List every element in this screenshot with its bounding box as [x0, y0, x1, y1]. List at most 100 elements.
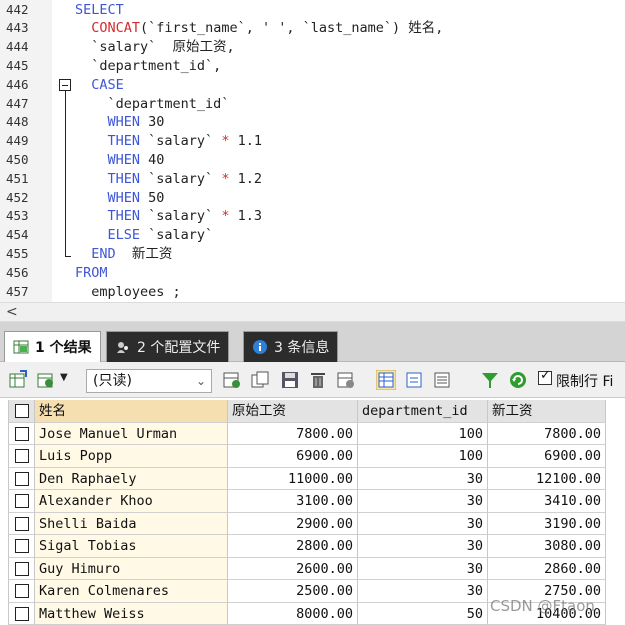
row-select-cell[interactable]: [8, 423, 35, 446]
save-icon[interactable]: [280, 370, 300, 390]
code-line[interactable]: 457 employees ;: [0, 283, 625, 302]
row-checkbox[interactable]: [15, 494, 29, 508]
cell-name[interactable]: Luis Popp: [35, 445, 228, 468]
line-number: 445: [6, 57, 40, 76]
cell-department[interactable]: 30: [358, 513, 488, 536]
form-view-icon[interactable]: [404, 370, 424, 390]
sql-editor[interactable]: 442SELECT443 CONCAT(`first_name`, ' ', `…: [0, 0, 625, 302]
cell-new-salary[interactable]: 3080.00: [488, 535, 606, 558]
code-line[interactable]: 442SELECT: [0, 1, 625, 20]
cell-name[interactable]: Jose Manuel Urman: [35, 423, 228, 446]
column-header-salary[interactable]: 原始工资: [228, 400, 358, 423]
select-all-checkbox[interactable]: [15, 404, 29, 418]
row-checkbox[interactable]: [15, 584, 29, 598]
row-select-cell[interactable]: [8, 535, 35, 558]
row-checkbox[interactable]: [15, 472, 29, 486]
cell-salary[interactable]: 2800.00: [228, 535, 358, 558]
row-select-cell[interactable]: [8, 580, 35, 603]
sql-keyword: THEN: [108, 133, 141, 149]
sql-text: [75, 208, 108, 224]
chevron-down-icon[interactable]: ▼: [60, 372, 68, 383]
tab-results[interactable]: 1 个结果: [4, 331, 101, 362]
row-checkbox[interactable]: [15, 607, 29, 621]
cell-department[interactable]: 100: [358, 445, 488, 468]
code-line[interactable]: 444 `salary` 原始工资,: [0, 38, 625, 57]
code-line[interactable]: 446 CASE: [0, 76, 625, 95]
code-line[interactable]: 456FROM: [0, 264, 625, 283]
insert-row-icon[interactable]: [222, 370, 242, 390]
code-line[interactable]: 447 `department_id`: [0, 95, 625, 114]
row-checkbox[interactable]: [15, 562, 29, 576]
column-header-name[interactable]: 姓名: [35, 400, 228, 423]
sql-keyword: WHEN: [108, 152, 141, 168]
duplicate-row-icon[interactable]: [250, 370, 270, 390]
filter-icon[interactable]: [480, 370, 500, 390]
grid-view-icon[interactable]: [376, 370, 396, 390]
cell-salary[interactable]: 2600.00: [228, 558, 358, 581]
cell-name[interactable]: Karen Colmenares: [35, 580, 228, 603]
row-checkbox[interactable]: [15, 539, 29, 553]
code-line[interactable]: 453 THEN `salary` * 1.3: [0, 207, 625, 226]
row-select-cell[interactable]: [8, 490, 35, 513]
column-header-department[interactable]: department_id: [358, 400, 488, 423]
horizontal-scrollbar[interactable]: <: [0, 302, 625, 322]
fold-toggle-icon[interactable]: [59, 79, 71, 91]
cell-salary[interactable]: 6900.00: [228, 445, 358, 468]
cell-new-salary[interactable]: 3410.00: [488, 490, 606, 513]
row-checkbox[interactable]: [15, 427, 29, 441]
code-text: END 新工资: [75, 245, 172, 264]
row-select-cell[interactable]: [8, 558, 35, 581]
scroll-left-icon[interactable]: <: [6, 304, 18, 320]
cell-new-salary[interactable]: 12100.00: [488, 468, 606, 491]
cell-department[interactable]: 30: [358, 468, 488, 491]
cell-department[interactable]: 30: [358, 535, 488, 558]
cell-department[interactable]: 30: [358, 490, 488, 513]
cell-name[interactable]: Sigal Tobias: [35, 535, 228, 558]
cell-salary[interactable]: 7800.00: [228, 423, 358, 446]
cell-new-salary[interactable]: 3190.00: [488, 513, 606, 536]
export-icon[interactable]: [8, 370, 28, 390]
delete-icon[interactable]: [308, 370, 328, 390]
cell-salary[interactable]: 11000.00: [228, 468, 358, 491]
cell-name[interactable]: Alexander Khoo: [35, 490, 228, 513]
select-all-cell[interactable]: [8, 400, 35, 423]
code-line[interactable]: 455 END 新工资: [0, 245, 625, 264]
tab-profiles[interactable]: 2 个配置文件: [106, 331, 229, 362]
code-line[interactable]: 451 THEN `salary` * 1.2: [0, 170, 625, 189]
column-header-new-salary[interactable]: 新工资: [488, 400, 606, 423]
result-mode-select[interactable]: (只读) ⌄: [86, 369, 212, 393]
sql-text: `department_id`: [75, 96, 229, 112]
row-select-cell[interactable]: [8, 468, 35, 491]
row-select-cell[interactable]: [8, 513, 35, 536]
code-line[interactable]: 452 WHEN 50: [0, 189, 625, 208]
watermark: CSDN @Ftaon: [490, 597, 595, 615]
code-line[interactable]: 445 `department_id`,: [0, 57, 625, 76]
cell-new-salary[interactable]: 2860.00: [488, 558, 606, 581]
cell-new-salary[interactable]: 7800.00: [488, 423, 606, 446]
cell-name[interactable]: Den Raphaely: [35, 468, 228, 491]
cell-department[interactable]: 30: [358, 558, 488, 581]
cell-name[interactable]: Shelli Baida: [35, 513, 228, 536]
code-line[interactable]: 454 ELSE `salary`: [0, 226, 625, 245]
code-line[interactable]: 449 THEN `salary` * 1.1: [0, 132, 625, 151]
row-select-cell[interactable]: [8, 445, 35, 468]
tab-messages[interactable]: 3 条信息: [243, 331, 338, 362]
code-line[interactable]: 443 CONCAT(`first_name`, ' ', `last_name…: [0, 19, 625, 38]
cell-new-salary[interactable]: 6900.00: [488, 445, 606, 468]
sql-text: 40: [140, 152, 164, 168]
text-view-icon[interactable]: [432, 370, 452, 390]
code-line[interactable]: 448 WHEN 30: [0, 113, 625, 132]
import-dropdown-icon[interactable]: [36, 370, 56, 390]
cell-salary[interactable]: 2900.00: [228, 513, 358, 536]
cell-salary[interactable]: 2500.00: [228, 580, 358, 603]
row-checkbox[interactable]: [15, 517, 29, 531]
cell-department[interactable]: 30: [358, 580, 488, 603]
cell-salary[interactable]: 3100.00: [228, 490, 358, 513]
limit-rows-checkbox[interactable]: [538, 371, 552, 385]
cell-department[interactable]: 100: [358, 423, 488, 446]
code-line[interactable]: 450 WHEN 40: [0, 151, 625, 170]
cancel-changes-icon[interactable]: [336, 370, 356, 390]
row-checkbox[interactable]: [15, 449, 29, 463]
refresh-icon[interactable]: [508, 370, 528, 390]
cell-name[interactable]: Guy Himuro: [35, 558, 228, 581]
